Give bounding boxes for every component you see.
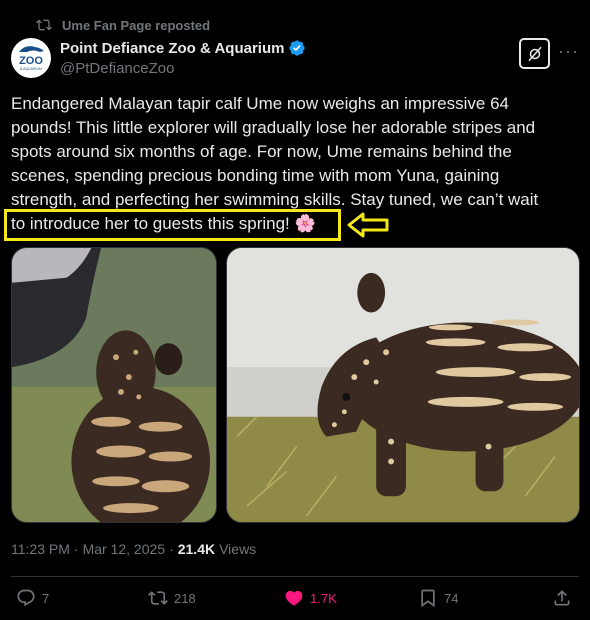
repost-button[interactable]: 218 <box>148 588 196 608</box>
tweet-meta: 11:23 PM · Mar 12, 2025 · 21.4K Views <box>11 541 256 557</box>
tweet-time[interactable]: 11:23 PM <box>11 541 70 557</box>
avatar[interactable]: ZOO & AQUARIUM <box>11 38 51 78</box>
share-button[interactable] <box>552 588 572 608</box>
bookmark-button[interactable]: 74 <box>418 588 458 608</box>
heart-icon <box>285 590 303 606</box>
more-options-icon[interactable]: ··· <box>558 42 579 60</box>
photo-image <box>227 248 579 522</box>
bookmark-icon <box>421 589 435 608</box>
svg-text:ZOO: ZOO <box>19 55 43 67</box>
tweet-date[interactable]: Mar 12, 2025 <box>83 541 166 557</box>
divider <box>11 576 579 577</box>
photo-tapir-grazing[interactable] <box>226 247 580 523</box>
views-label: Views <box>219 541 257 557</box>
reply-count: 7 <box>42 590 50 606</box>
verified-badge-icon <box>289 40 306 56</box>
bookmark-count: 74 <box>444 590 459 606</box>
repost-count: 218 <box>174 590 196 606</box>
photo-image <box>12 248 216 522</box>
svg-text:& AQUARIUM: & AQUARIUM <box>20 67 42 71</box>
share-icon <box>554 590 570 606</box>
grok-button[interactable] <box>519 38 550 69</box>
reply-button[interactable]: 7 <box>16 588 49 608</box>
reply-icon <box>17 589 35 607</box>
repost-icon <box>148 591 168 605</box>
repost-icon <box>36 19 52 31</box>
annotation-highlight-box <box>4 209 341 241</box>
photo-tapir-with-mother[interactable] <box>11 247 217 523</box>
tweet-line: Endangered Malayan tapir calf Ume now we… <box>11 94 509 113</box>
annotation-arrow-icon <box>347 212 389 238</box>
like-count: 1.7K <box>310 590 337 606</box>
grok-icon <box>527 46 542 61</box>
zoo-logo: ZOO & AQUARIUM <box>19 46 44 71</box>
meta-separator: · <box>73 541 79 557</box>
like-button[interactable]: 1.7K <box>284 588 337 608</box>
action-bar: 7 218 1.7K 74 <box>0 588 590 612</box>
views-count[interactable]: 21.4K <box>178 541 215 557</box>
repost-header[interactable]: Ume Fan Page reposted <box>36 16 210 34</box>
author-handle[interactable]: @PtDefianceZoo <box>60 60 174 77</box>
tweet-line: scenes, spending precious bonding time w… <box>11 166 500 185</box>
tweet-line: pounds! This little explorer will gradua… <box>11 118 536 137</box>
author-name[interactable]: Point Defiance Zoo & Aquarium <box>60 40 284 57</box>
meta-separator: · <box>169 541 174 557</box>
tweet-line: spots around six months of age. For now,… <box>11 142 512 161</box>
repost-label: Ume Fan Page reposted <box>62 17 211 33</box>
